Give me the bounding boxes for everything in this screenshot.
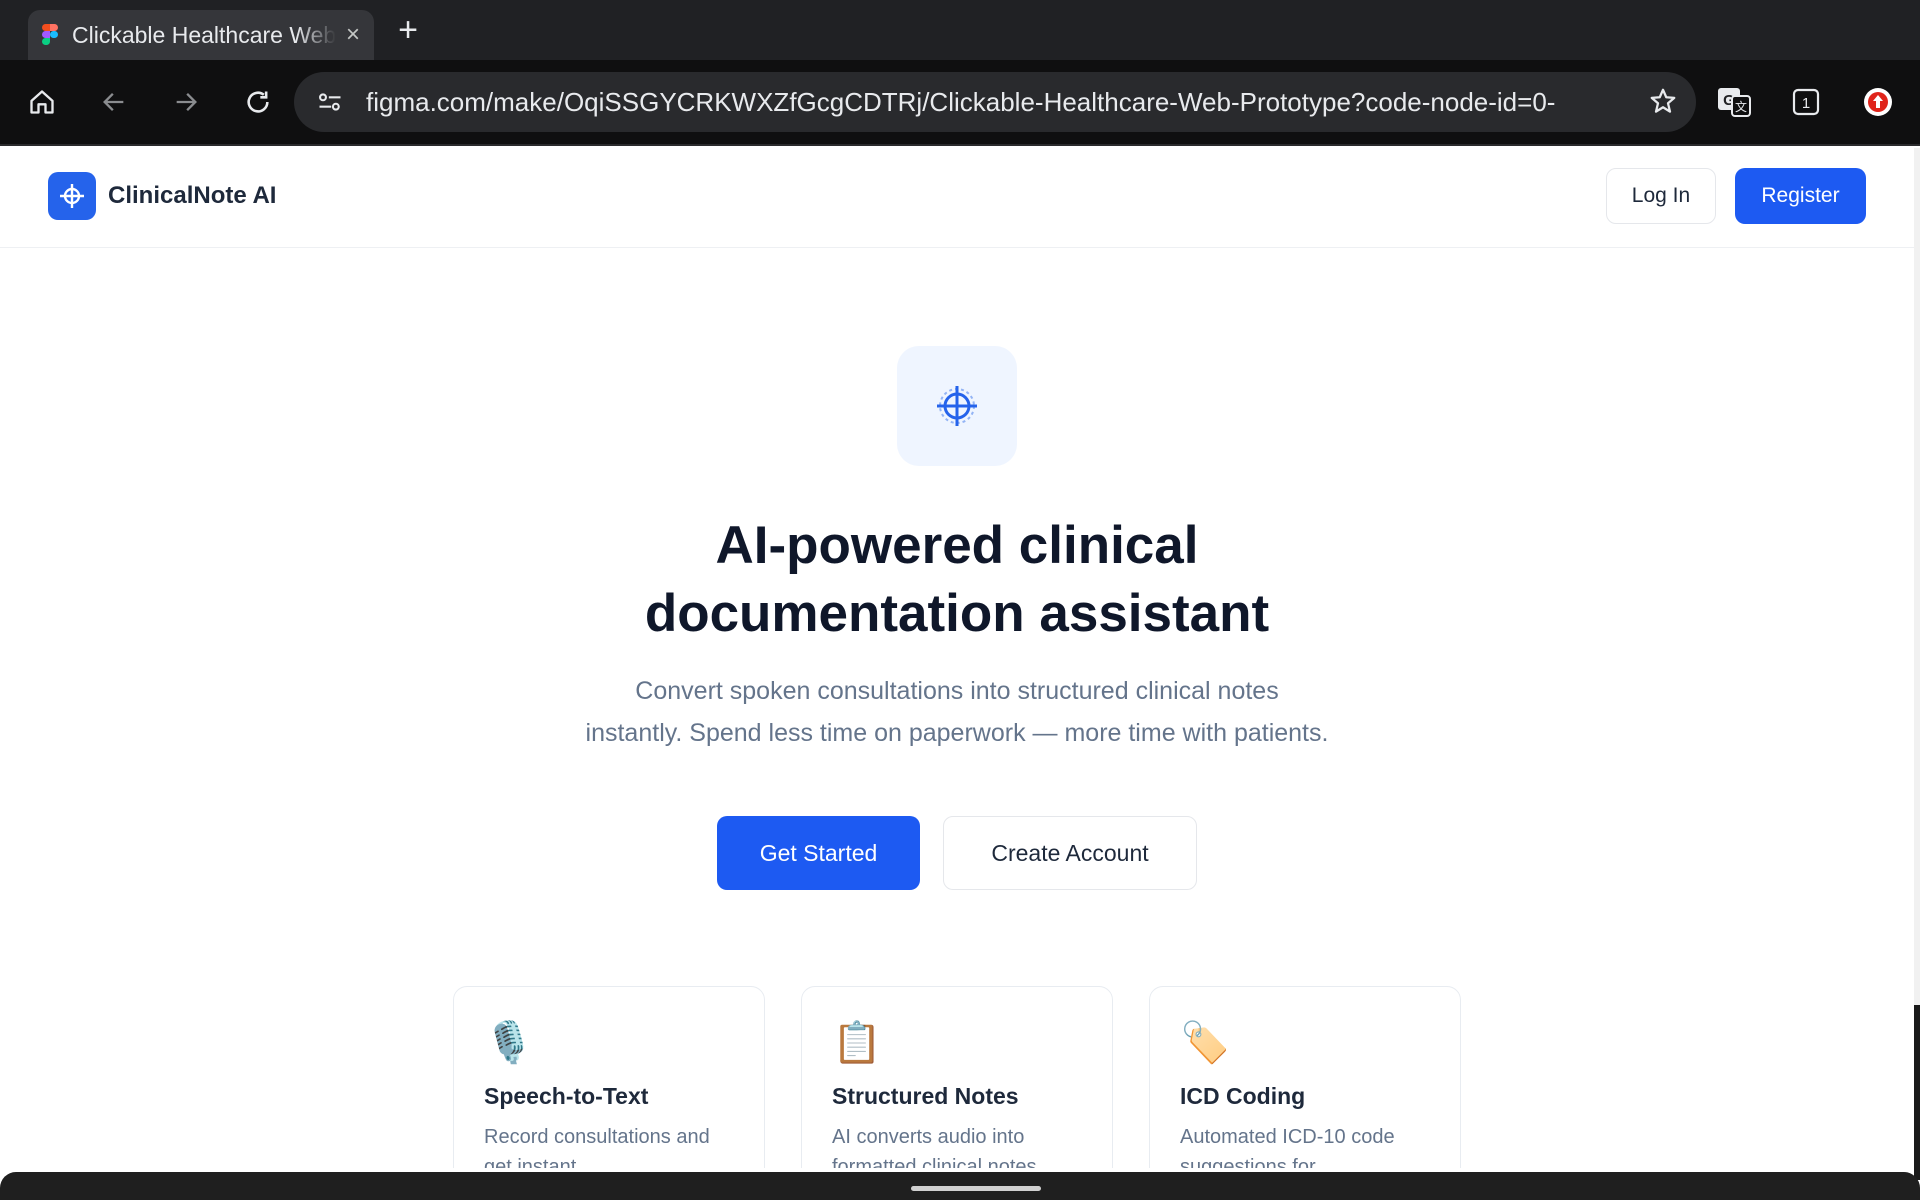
page-scrollbar-thumb[interactable] bbox=[1914, 1005, 1920, 1180]
microphone-icon: 🎙️ bbox=[484, 1021, 534, 1065]
feature-description: Automated ICD-10 code suggestions for bbox=[1180, 1126, 1395, 1168]
feature-card-notes: 📋 Structured Notes AI converts audio int… bbox=[801, 986, 1113, 1168]
feature-description: AI converts audio into formatted clinica… bbox=[832, 1126, 1037, 1168]
back-arrow-icon[interactable] bbox=[92, 80, 136, 124]
url-text[interactable]: figma.com/make/OqiSSGYCRKWXZfGcgCDTRj/Cl… bbox=[366, 87, 1616, 118]
app-header: ClinicalNote AI Log In Register bbox=[0, 148, 1914, 248]
tab-count-label: 1 bbox=[1802, 95, 1810, 112]
crosshair-logo-icon bbox=[48, 172, 96, 220]
hero-title-line1: AI-powered clinical bbox=[715, 516, 1199, 575]
feature-description: Record consultations and get instant bbox=[484, 1126, 710, 1168]
site-settings-icon[interactable] bbox=[316, 88, 344, 121]
feature-card-icd: 🏷️ ICD Coding Automated ICD-10 code sugg… bbox=[1149, 986, 1461, 1168]
get-started-button[interactable]: Get Started bbox=[717, 816, 920, 890]
figma-favicon-icon bbox=[42, 24, 58, 46]
system-bottom-bar bbox=[0, 1172, 1920, 1200]
register-button[interactable]: Register bbox=[1735, 168, 1866, 224]
feature-title: Speech-to-Text bbox=[484, 1083, 649, 1109]
home-gesture-handle[interactable] bbox=[911, 1186, 1041, 1191]
address-bar[interactable]: figma.com/make/OqiSSGYCRKWXZfGcgCDTRj/Cl… bbox=[294, 72, 1696, 132]
hero-subtitle-line1: Convert spoken consultations into struct… bbox=[635, 677, 1279, 705]
feature-title: Structured Notes bbox=[832, 1083, 1019, 1109]
reload-icon[interactable] bbox=[236, 80, 280, 124]
tab-count-icon[interactable]: 1 bbox=[1784, 80, 1828, 124]
hero-subtitle-line2: instantly. Spend less time on paperwork … bbox=[585, 719, 1329, 747]
profile-update-icon[interactable] bbox=[1856, 80, 1900, 124]
browser-tab-active[interactable]: Clickable Healthcare Web Prototype × bbox=[28, 10, 374, 60]
browser-tabstrip: Clickable Healthcare Web Prototype × + bbox=[0, 0, 1920, 60]
svg-text:文: 文 bbox=[1735, 99, 1747, 114]
login-button[interactable]: Log In bbox=[1606, 168, 1716, 224]
tag-icon: 🏷️ bbox=[1180, 1021, 1230, 1065]
forward-arrow-icon[interactable] bbox=[164, 80, 208, 124]
bookmark-star-icon[interactable] bbox=[1648, 86, 1678, 121]
clipboard-icon: 📋 bbox=[832, 1021, 882, 1065]
translate-icon[interactable]: G文 bbox=[1712, 80, 1756, 124]
hero-title-line2: documentation assistant bbox=[644, 584, 1270, 643]
brand-name: ClinicalNote AI bbox=[108, 182, 277, 209]
hero-title: AI-powered clinical documentation assist… bbox=[460, 512, 1454, 648]
tab-close-icon[interactable]: × bbox=[346, 23, 360, 47]
home-icon[interactable] bbox=[20, 80, 64, 124]
feature-title: ICD Coding bbox=[1180, 1083, 1306, 1109]
hero-subtitle: Convert spoken consultations into struct… bbox=[460, 670, 1454, 754]
web-page: ClinicalNote AI Log In Register AI-power… bbox=[0, 148, 1920, 1168]
browser-toolbar: figma.com/make/OqiSSGYCRKWXZfGcgCDTRj/Cl… bbox=[0, 60, 1920, 146]
tab-title: Clickable Healthcare Web Prototype bbox=[72, 21, 336, 48]
feature-card-speech: 🎙️ Speech-to-Text Record consultations a… bbox=[453, 986, 765, 1168]
brand[interactable]: ClinicalNote AI bbox=[48, 172, 276, 220]
create-account-button[interactable]: Create Account bbox=[943, 816, 1197, 890]
hero-crosshair-icon bbox=[897, 346, 1017, 466]
new-tab-button[interactable]: + bbox=[390, 12, 426, 48]
